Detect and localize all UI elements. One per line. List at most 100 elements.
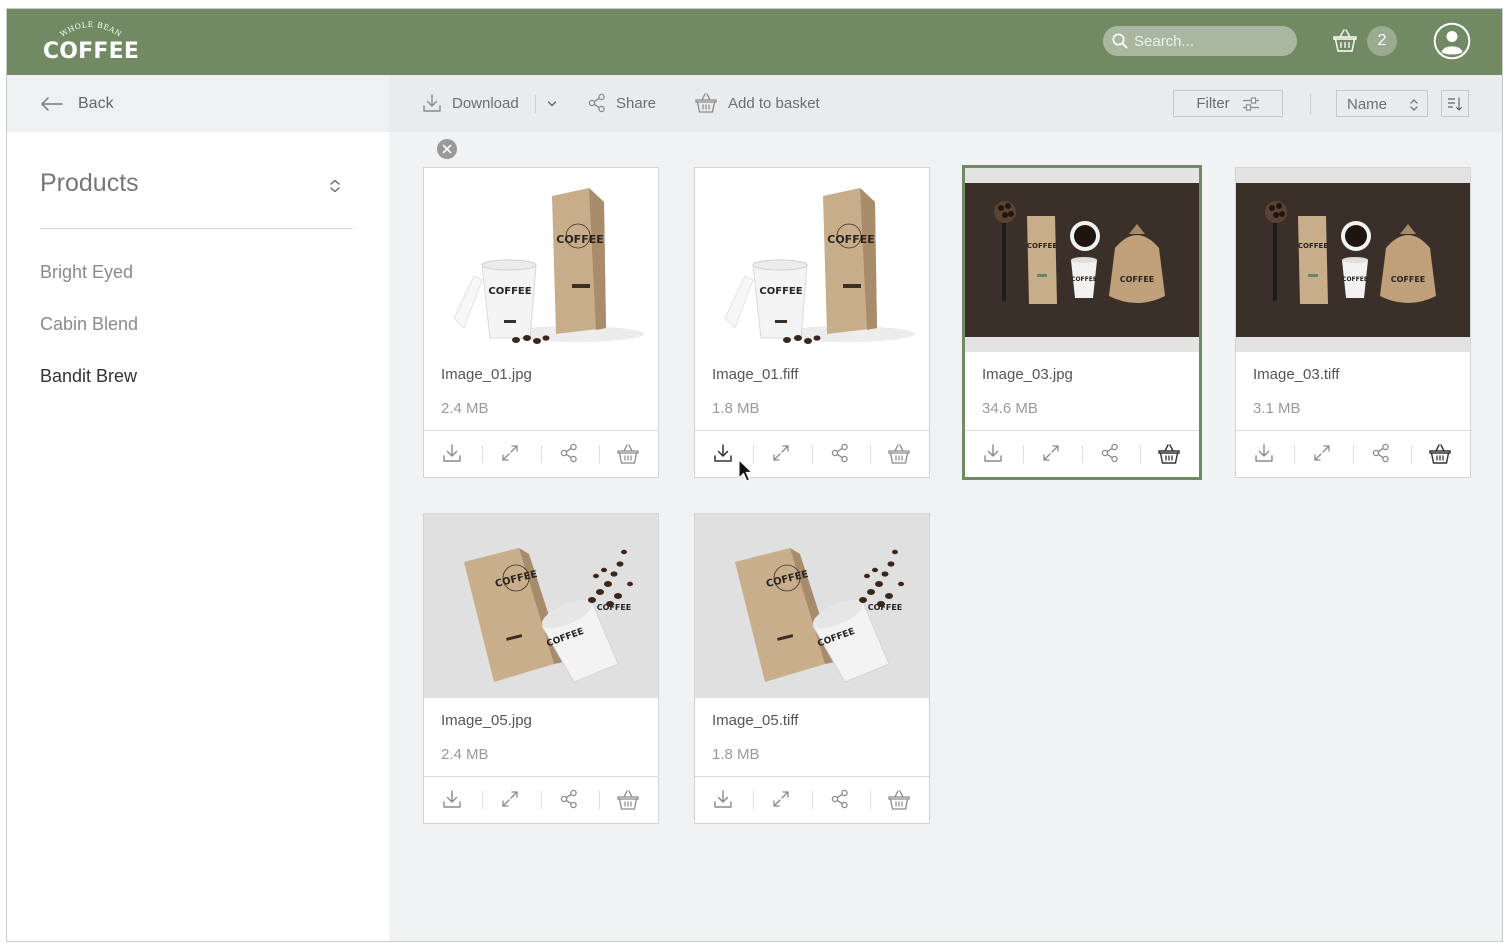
file-thumbnail[interactable]: COFFEE COFFEE COFFEE [695, 514, 929, 698]
action-divider [753, 791, 754, 809]
filter-label: Filter [1196, 95, 1230, 112]
close-icon [442, 144, 452, 154]
share-file-button[interactable] [1101, 443, 1123, 465]
share-icon [831, 443, 848, 463]
sort-direction-button[interactable] [1441, 90, 1469, 117]
file-name: Image_01.jpg [441, 366, 532, 383]
basket-count-badge: 2 [1367, 26, 1397, 56]
action-divider [812, 445, 813, 463]
share-file-button[interactable] [560, 789, 582, 811]
svg-text:COFFEE: COFFEE [597, 603, 632, 612]
search-box[interactable] [1103, 26, 1297, 56]
download-file-button[interactable] [1254, 443, 1276, 465]
expand-file-button[interactable] [500, 789, 522, 811]
svg-text:COFFEE: COFFEE [1298, 242, 1328, 250]
download-file-button[interactable] [983, 443, 1005, 465]
action-divider [599, 791, 600, 809]
sort-by-select[interactable]: Name [1336, 90, 1428, 117]
user-account-button[interactable] [1433, 22, 1471, 60]
share-icon [560, 789, 577, 809]
download-button[interactable]: Download [422, 91, 519, 115]
file-card[interactable]: COFFEE COFFEE Image_01.fiff 1.8 MB [694, 167, 930, 478]
add-file-to-basket-button[interactable] [1157, 443, 1180, 465]
file-card[interactable]: COFFEE COFFEE COFFEE Image_05.jpg 2.4 MB [423, 513, 659, 824]
file-size: 1.8 MB [712, 400, 760, 417]
svg-text:COFFEE: COFFEE [827, 233, 874, 246]
add-file-to-basket-button[interactable] [887, 789, 910, 811]
download-file-button[interactable] [442, 443, 464, 465]
download-file-button[interactable] [713, 789, 735, 811]
file-name: Image_03.tiff [1253, 366, 1340, 383]
arrow-left-icon [41, 97, 63, 111]
expand-file-button[interactable] [500, 443, 522, 465]
sidebar-item-bandit-brew[interactable]: Bandit Brew [40, 366, 137, 387]
svg-text:COFFEE: COFFEE [556, 233, 603, 246]
back-button[interactable]: Back [40, 93, 114, 115]
file-name: Image_05.jpg [441, 712, 532, 729]
logo-top-text: WHOLE BEAN [58, 20, 123, 39]
add-to-basket-button[interactable]: Add to basket [694, 91, 820, 115]
download-file-button[interactable] [713, 443, 735, 465]
file-size: 3.1 MB [1253, 400, 1301, 417]
sliders-icon [1242, 96, 1259, 111]
expand-file-button[interactable] [771, 443, 793, 465]
file-thumbnail[interactable]: COFFEE COFFEE COFFEE [965, 168, 1199, 352]
file-card[interactable]: COFFEE COFFEE COFFEE Image_05.tiff 1.8 M… [694, 513, 930, 824]
share-icon [1101, 443, 1118, 463]
user-avatar-icon [1433, 22, 1471, 60]
clear-selection-button[interactable] [437, 139, 457, 159]
search-input[interactable] [1134, 26, 1284, 56]
sort-by-value: Name [1347, 96, 1388, 113]
download-options-chevron-icon[interactable] [546, 98, 558, 110]
file-name: Image_05.tiff [712, 712, 799, 729]
file-actions [424, 776, 658, 823]
file-actions [965, 430, 1199, 477]
expand-icon [502, 445, 518, 461]
file-size: 2.4 MB [441, 400, 489, 417]
sidebar-divider [40, 228, 353, 229]
filter-button[interactable]: Filter [1173, 90, 1283, 117]
file-thumbnail[interactable]: COFFEE COFFEE COFFEE [424, 514, 658, 698]
expand-file-button[interactable] [1041, 443, 1063, 465]
file-thumbnail[interactable]: COFFEE COFFEE [695, 168, 929, 352]
action-divider [1140, 445, 1141, 463]
basket-button[interactable] [1329, 25, 1361, 57]
mouse-cursor-icon [738, 459, 752, 482]
download-file-button[interactable] [442, 789, 464, 811]
add-file-to-basket-button[interactable] [616, 443, 639, 465]
add-file-to-basket-button[interactable] [887, 443, 910, 465]
file-card[interactable]: COFFEE COFFEE COFFEE Image_03.tiff 3.1 M… [1235, 167, 1471, 478]
add-file-to-basket-button[interactable] [1428, 443, 1451, 465]
action-divider [753, 445, 754, 463]
action-divider [870, 445, 871, 463]
file-size: 34.6 MB [982, 400, 1038, 417]
share-button[interactable]: Share [588, 91, 656, 115]
sidebar-item-cabin-blend[interactable]: Cabin Blend [40, 314, 138, 335]
svg-text:COFFEE: COFFEE [1071, 276, 1097, 283]
download-label: Download [452, 94, 519, 112]
brand-logo[interactable]: WHOLE BEAN COFFEE [39, 19, 143, 67]
file-card-selected[interactable]: COFFEE COFFEE COFFEE Image_03.jpg 34.6 M… [962, 165, 1202, 480]
action-divider [1023, 445, 1024, 463]
expand-file-button[interactable] [771, 789, 793, 811]
svg-text:WHOLE BEAN: WHOLE BEAN [58, 20, 123, 39]
expand-file-button[interactable] [1312, 443, 1334, 465]
share-file-button[interactable] [560, 443, 582, 465]
chevron-updown-icon[interactable] [327, 177, 343, 195]
share-icon [1372, 443, 1389, 463]
svg-text:COFFEE: COFFEE [1342, 276, 1368, 283]
share-file-button[interactable] [831, 789, 853, 811]
share-file-button[interactable] [831, 443, 853, 465]
file-thumbnail[interactable]: COFFEE COFFEE [424, 168, 658, 352]
add-file-to-basket-button[interactable] [616, 789, 639, 811]
file-size: 1.8 MB [712, 746, 760, 763]
download-icon [714, 444, 732, 462]
share-file-button[interactable] [1372, 443, 1394, 465]
action-divider [541, 791, 542, 809]
logo-arc: WHOLE BEAN [58, 20, 123, 39]
expand-icon [1314, 445, 1330, 461]
file-card[interactable]: COFFEE COFFEE Image_01.jpg 2.4 MB [423, 167, 659, 478]
sidebar-item-bright-eyed[interactable]: Bright Eyed [40, 262, 133, 283]
svg-text:COFFEE: COFFEE [488, 286, 531, 297]
file-thumbnail[interactable]: COFFEE COFFEE COFFEE [1236, 168, 1470, 352]
